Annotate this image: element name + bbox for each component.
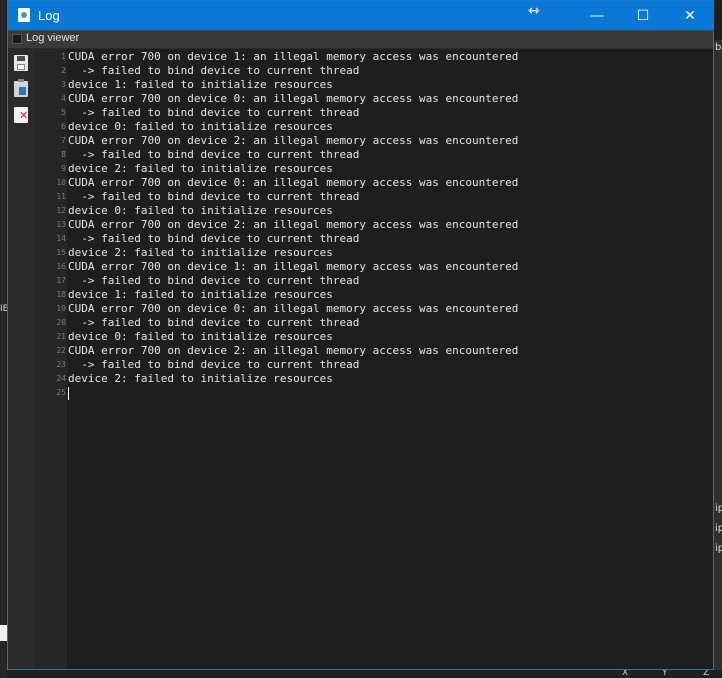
line-number: 18 bbox=[56, 290, 66, 299]
background-fragment-text: ip bbox=[715, 543, 722, 554]
log-line: device 2: failed to initialize resources bbox=[68, 372, 333, 385]
line-number: 20 bbox=[56, 318, 66, 327]
background-fragment-text: b bbox=[715, 42, 722, 53]
background-app-right-top bbox=[714, 0, 722, 40]
log-line: device 2: failed to initialize resources bbox=[68, 162, 333, 175]
line-number: 5 bbox=[61, 108, 66, 117]
side-toolbar bbox=[8, 49, 34, 669]
log-line: -> failed to bind device to current thre… bbox=[68, 358, 360, 371]
line-number: 6 bbox=[61, 122, 66, 131]
log-line: -> failed to bind device to current thre… bbox=[68, 106, 360, 119]
window-title: Log bbox=[38, 8, 60, 23]
line-number: 9 bbox=[61, 164, 66, 173]
line-number: 17 bbox=[56, 276, 66, 285]
background-app-bottom bbox=[7, 670, 722, 678]
line-number: 23 bbox=[56, 360, 66, 369]
panel-title: Log viewer bbox=[26, 32, 80, 44]
log-line: CUDA error 700 on device 2: an illegal m… bbox=[68, 344, 519, 357]
line-number: 15 bbox=[56, 248, 66, 257]
log-line: -> failed to bind device to current thre… bbox=[68, 148, 360, 161]
line-number: 24 bbox=[56, 374, 66, 383]
minimize-button[interactable]: — bbox=[574, 1, 620, 30]
line-number: 1 bbox=[61, 52, 66, 61]
line-number: 16 bbox=[56, 262, 66, 271]
background-app-left-panel bbox=[0, 625, 7, 641]
log-window: Log ↔ — ☐ ✕ Log viewer 12345678910111213… bbox=[7, 0, 714, 670]
line-number: 10 bbox=[56, 178, 66, 187]
line-number: 12 bbox=[56, 206, 66, 215]
panel-header: Log viewer bbox=[8, 31, 713, 49]
background-fragment-text: ip bbox=[715, 503, 722, 514]
log-line: device 1: failed to initialize resources bbox=[68, 78, 333, 91]
log-line: device 2: failed to initialize resources bbox=[68, 246, 333, 259]
maximize-button[interactable]: ☐ bbox=[620, 1, 666, 30]
log-text-area[interactable]: CUDA error 700 on device 1: an illegal m… bbox=[67, 49, 713, 669]
save-icon[interactable] bbox=[14, 55, 28, 71]
line-number: 22 bbox=[56, 346, 66, 355]
log-line: CUDA error 700 on device 1: an illegal m… bbox=[68, 260, 519, 273]
clear-icon[interactable] bbox=[14, 107, 28, 123]
log-line: device 0: failed to initialize resources bbox=[68, 120, 333, 133]
log-line: -> failed to bind device to current thre… bbox=[68, 190, 360, 203]
log-line: CUDA error 700 on device 1: an illegal m… bbox=[68, 50, 519, 63]
log-line: CUDA error 700 on device 0: an illegal m… bbox=[68, 92, 519, 105]
title-bar[interactable]: Log ↔ — ☐ ✕ bbox=[8, 1, 713, 30]
resize-cursor-icon: ↔ bbox=[528, 3, 540, 19]
line-number-gutter: 1 2 3 4 5 6 7 8 9 10 11 12 13 14 15 16 17 18 19 20 21 22 23 24 2… bbox=[34, 49, 67, 669]
text-cursor bbox=[68, 387, 69, 400]
line-number: 13 bbox=[56, 220, 66, 229]
line-number: 8 bbox=[61, 150, 66, 159]
log-line: device 0: failed to initialize resources bbox=[68, 330, 333, 343]
line-number: 3 bbox=[61, 80, 66, 89]
log-line: CUDA error 700 on device 2: an illegal m… bbox=[68, 218, 519, 231]
line-number: 11 bbox=[56, 192, 66, 201]
log-line: CUDA error 700 on device 0: an illegal m… bbox=[68, 176, 519, 189]
log-line: -> failed to bind device to current thre… bbox=[68, 316, 360, 329]
app-icon bbox=[18, 8, 30, 22]
log-line: CUDA error 700 on device 0: an illegal m… bbox=[68, 302, 519, 315]
line-number: 25 bbox=[56, 388, 66, 397]
line-number: 2 bbox=[61, 66, 66, 75]
copy-icon[interactable] bbox=[14, 79, 28, 97]
log-line: CUDA error 700 on device 2: an illegal m… bbox=[68, 134, 519, 147]
line-number: 19 bbox=[56, 304, 66, 313]
log-line: -> failed to bind device to current thre… bbox=[68, 64, 360, 77]
close-button[interactable]: ✕ bbox=[667, 1, 713, 30]
float-panel-icon[interactable] bbox=[12, 34, 22, 44]
line-number: 4 bbox=[61, 94, 66, 103]
background-app-right bbox=[714, 0, 722, 678]
line-number: 7 bbox=[61, 136, 66, 145]
background-app-left bbox=[0, 0, 7, 678]
log-line: device 1: failed to initialize resources bbox=[68, 288, 333, 301]
background-fragment-text: ip bbox=[715, 523, 722, 534]
line-number: 21 bbox=[56, 332, 66, 341]
log-line: -> failed to bind device to current thre… bbox=[68, 274, 360, 287]
log-line: device 0: failed to initialize resources bbox=[68, 204, 333, 217]
log-line: -> failed to bind device to current thre… bbox=[68, 232, 360, 245]
line-number: 14 bbox=[56, 234, 66, 243]
